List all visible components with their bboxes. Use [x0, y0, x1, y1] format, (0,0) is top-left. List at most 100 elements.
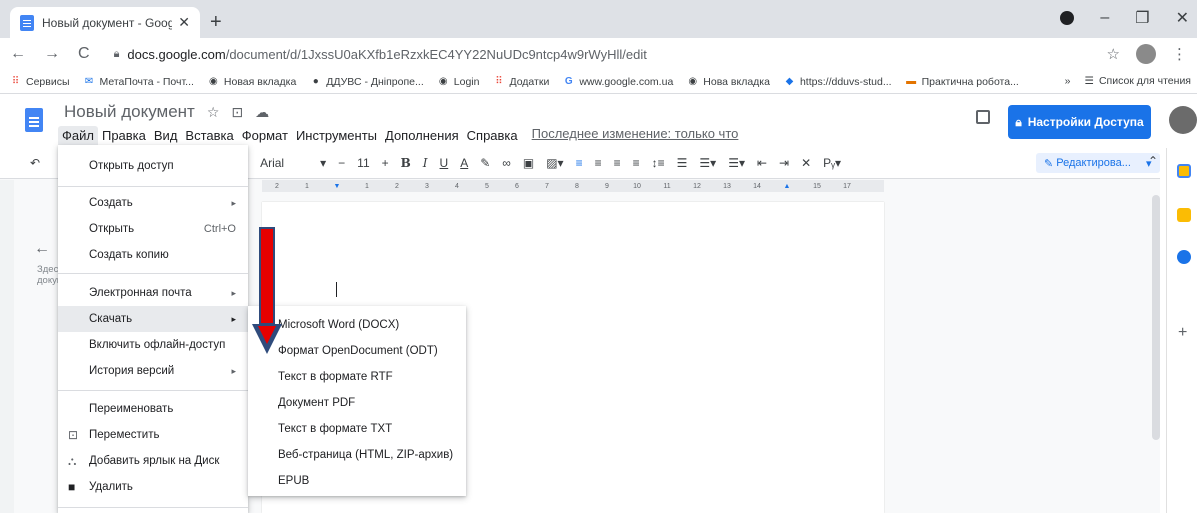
increase-indent-icon[interactable]: ⇥ — [779, 156, 789, 170]
maximize-button[interactable]: ❐ — [1135, 8, 1149, 28]
forward-button[interactable]: → — [44, 45, 60, 63]
line-spacing-icon[interactable]: ↕≡ — [652, 156, 665, 170]
input-tools-icon[interactable]: Pᵧ▾ — [823, 156, 841, 170]
right-indent-marker-icon[interactable]: ▲ — [780, 183, 794, 190]
vertical-scrollbar[interactable] — [1152, 195, 1160, 440]
last-edit-link[interactable]: Последнее изменение: только что — [532, 126, 739, 145]
bookmark-label: Новая вкладка — [223, 75, 297, 88]
image-icon[interactable]: ▨▾ — [546, 156, 563, 170]
undo-icon[interactable]: ↶ — [30, 156, 40, 170]
indent-marker-icon[interactable]: ▼ — [330, 183, 344, 190]
doc-title[interactable]: Новый документ — [64, 102, 195, 122]
trash-icon: ■ — [68, 480, 76, 494]
menu-item-add-shortcut[interactable]: ⛬ Добавить ярлык на Диск — [58, 448, 248, 474]
menu-item-download[interactable]: Скачать ▸ — [58, 306, 248, 332]
docs-logo-icon[interactable] — [25, 108, 43, 132]
profile-avatar[interactable] — [1136, 44, 1156, 64]
menu-item-open[interactable]: Открыть Ctrl+O — [58, 216, 248, 242]
decrease-indent-icon[interactable]: ⇤ — [757, 156, 767, 170]
menu-view[interactable]: Вид — [150, 126, 182, 145]
bookmark-item[interactable]: ◉ Новая вкладка — [208, 76, 296, 88]
download-pdf[interactable]: Документ PDF — [248, 390, 466, 416]
bookmark-item[interactable]: ⠿ Сервисы — [10, 76, 70, 88]
font-dropdown[interactable]: Arial — [260, 156, 284, 170]
download-epub[interactable]: EPUB — [248, 468, 466, 494]
horizontal-ruler[interactable]: 2 1 ▼ 1 2 3 4 5 6 7 8 9 10 11 12 13 14 ▲… — [262, 180, 884, 192]
comment-add-icon[interactable]: ▣ — [523, 156, 534, 170]
menu-insert[interactable]: Вставка — [181, 126, 237, 145]
back-button[interactable]: ← — [10, 45, 26, 63]
close-window-button[interactable]: ✕ — [1176, 8, 1189, 28]
bold-button[interactable]: B — [401, 156, 411, 170]
clear-format-icon[interactable]: ✕ — [801, 156, 811, 170]
highlight-icon[interactable]: ✎ — [480, 156, 490, 170]
collapse-toolbar-icon[interactable]: ⌃ — [1148, 154, 1158, 168]
more-menu-icon[interactable]: ⋮ — [1172, 45, 1187, 63]
browser-tab[interactable]: Новый документ - Google Доку ✕ — [10, 7, 200, 38]
menu-item-version-history[interactable]: История версий ▸ — [58, 358, 248, 384]
editing-mode-dropdown[interactable]: ✎ Редактирова... ▾ — [1036, 153, 1160, 173]
reading-list-label[interactable]: Список для чтения — [1099, 75, 1191, 87]
bookmark-item[interactable]: ● ДДУВС - Дніпропе... — [310, 76, 424, 88]
outline-back-icon[interactable]: ← — [34, 240, 50, 258]
menu-item-delete[interactable]: ■ Удалить — [58, 474, 248, 500]
bookmark-item[interactable]: ◆ https://dduvs-stud... — [784, 76, 892, 88]
tab-close-icon[interactable]: ✕ — [178, 14, 190, 31]
align-left-icon[interactable]: ≡ — [576, 156, 583, 170]
bookmark-item[interactable]: ✉ МетаПочта - Почт... — [84, 76, 194, 88]
align-center-icon[interactable]: ≡ — [595, 156, 602, 170]
font-caret-icon[interactable]: ▾ — [320, 156, 326, 170]
download-rtf[interactable]: Текст в формате RTF — [248, 364, 466, 390]
underline-button[interactable]: U — [440, 156, 449, 170]
bullet-list-icon[interactable]: ☰▾ — [699, 156, 716, 170]
calendar-icon[interactable] — [1177, 164, 1191, 178]
menu-tools[interactable]: Инструменты — [292, 126, 381, 145]
menu-edit[interactable]: Правка — [98, 126, 150, 145]
menu-item-offline[interactable]: Включить офлайн-доступ — [58, 332, 248, 358]
bookmarks-more-icon[interactable]: » — [1065, 75, 1071, 87]
reload-button[interactable]: C — [78, 45, 90, 63]
menu-file[interactable]: Файл — [58, 126, 98, 145]
menu-help[interactable]: Справка — [463, 126, 522, 145]
font-size-increase-button[interactable]: + — [382, 156, 389, 170]
bookmark-item[interactable]: ⠿ Додатки — [493, 76, 549, 88]
record-icon[interactable] — [1060, 11, 1075, 25]
download-txt[interactable]: Текст в формате TXT — [248, 416, 466, 442]
keep-icon[interactable] — [1177, 208, 1191, 222]
menu-item-email[interactable]: Электронная почта ▸ — [58, 280, 248, 306]
font-size-decrease-button[interactable]: − — [338, 156, 345, 170]
menu-item-make-copy[interactable]: Создать копию — [58, 242, 248, 268]
download-html[interactable]: Веб-страница (HTML, ZIP-архив) — [248, 442, 466, 468]
link-icon[interactable]: ∞ — [502, 156, 511, 170]
menu-item-share[interactable]: Открыть доступ — [58, 153, 248, 179]
minimize-button[interactable]: – — [1100, 9, 1109, 27]
bookmark-item[interactable]: ◉ Нова вкладка — [687, 76, 770, 88]
ruler-tick: 1 — [365, 182, 369, 190]
align-justify-icon[interactable]: ≡ — [633, 156, 640, 170]
menu-addons[interactable]: Дополнения — [381, 126, 463, 145]
user-avatar[interactable] — [1169, 106, 1197, 134]
bookmark-item[interactable]: Gwww.google.com.ua — [563, 76, 673, 88]
checklist-icon[interactable]: ☰ — [677, 156, 688, 170]
star-icon[interactable]: ☆ — [207, 104, 220, 121]
font-size-field[interactable]: 11 — [357, 156, 369, 170]
url-field[interactable]: 🔒︎ docs.google.com /document/d/1JxssU0aK… — [108, 41, 1107, 67]
bookmark-item[interactable]: ◉ Login — [438, 76, 480, 88]
numbered-list-icon[interactable]: ☰▾ — [728, 156, 745, 170]
text-color-button[interactable]: A — [460, 156, 468, 170]
italic-button[interactable]: I — [423, 156, 428, 170]
tasks-icon[interactable] — [1177, 250, 1191, 264]
menu-item-move[interactable]: ⊡ Переместить — [58, 422, 248, 448]
add-addon-icon[interactable]: + — [1178, 324, 1187, 342]
align-right-icon[interactable]: ≡ — [614, 156, 621, 170]
menu-item-create[interactable]: Создать ▸ — [58, 190, 248, 216]
menu-item-rename[interactable]: Переименовать — [58, 396, 248, 422]
bookmark-item[interactable]: ▬ Практична робота... — [906, 76, 1019, 88]
move-folder-icon[interactable]: ⊡ — [231, 104, 243, 121]
new-tab-button[interactable]: + — [210, 11, 222, 34]
share-button[interactable]: 🔒︎ Настройки Доступа — [1008, 105, 1151, 139]
bookmark-star-icon[interactable]: ☆ — [1107, 45, 1120, 63]
menu-format[interactable]: Формат — [238, 126, 292, 145]
globe-icon: ◉ — [688, 76, 698, 87]
comments-icon[interactable] — [976, 110, 990, 124]
